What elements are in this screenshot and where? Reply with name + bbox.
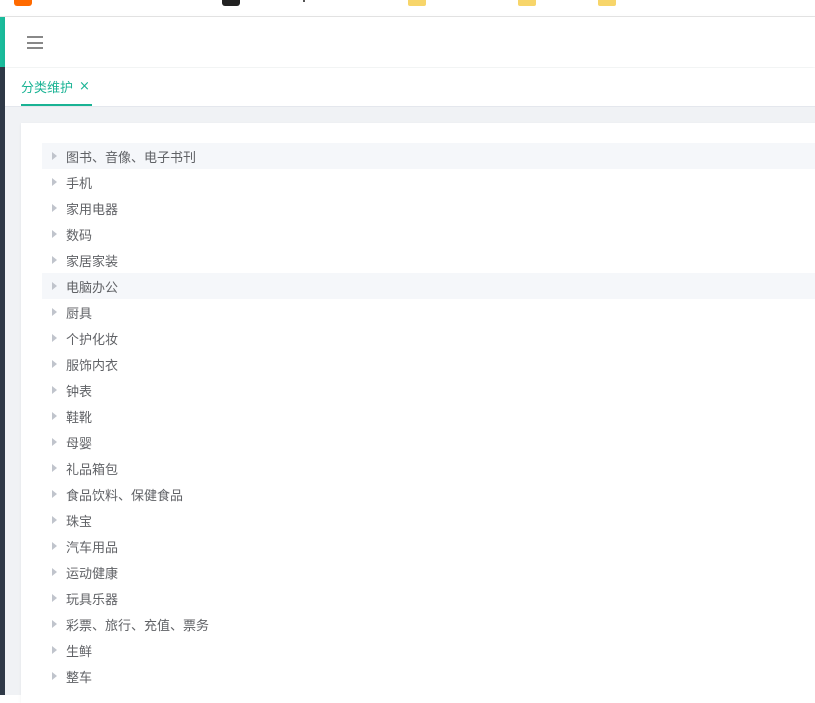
- tree-node-label: 图书、音像、电子书刊: [66, 150, 197, 166]
- tree-node-label: 数码: [66, 228, 93, 244]
- tree-node-label: 整车: [66, 670, 93, 686]
- caret-right-icon[interactable]: [52, 594, 57, 602]
- caret-right-icon[interactable]: [52, 490, 57, 498]
- tree-node-label: 鞋靴: [66, 410, 93, 426]
- tree-node-label: 厨具: [66, 306, 93, 322]
- bookmark-favicon-dark-icon[interactable]: [222, 0, 240, 6]
- tree-node[interactable]: 运动健康: [42, 559, 815, 585]
- caret-right-icon[interactable]: [52, 620, 57, 628]
- tree-node[interactable]: 整车: [42, 663, 815, 689]
- tree-node-label: 运动健康: [66, 566, 119, 582]
- bookmark-folder-icon[interactable]: [408, 0, 426, 6]
- caret-right-icon[interactable]: [52, 308, 57, 316]
- tree-node-label: 电脑办公: [66, 280, 119, 296]
- tree-node-label: 珠宝: [66, 514, 93, 530]
- tree-node[interactable]: 手机: [42, 169, 815, 195]
- tree-node[interactable]: 服饰内衣: [42, 351, 815, 377]
- caret-right-icon[interactable]: [52, 568, 57, 576]
- tree-node[interactable]: 家用电器: [42, 195, 815, 221]
- tree-node-label: 母婴: [66, 436, 93, 452]
- tab-label: 分类维护: [21, 80, 74, 96]
- tree-node[interactable]: 汽车用品: [42, 533, 815, 559]
- tree-node-label: 服饰内衣: [66, 358, 119, 374]
- tree-node-label: 食品饮料、保健食品: [66, 488, 184, 504]
- bookmark-separator: [303, 0, 305, 2]
- top-navbar: [5, 17, 815, 67]
- tree-node[interactable]: 钟表: [42, 377, 815, 403]
- tree-node-label: 彩票、旅行、充值、票务: [66, 618, 210, 634]
- tree-node-label: 手机: [66, 176, 93, 192]
- caret-right-icon[interactable]: [52, 204, 57, 212]
- tree-node-label: 个护化妆: [66, 332, 119, 348]
- tree-node[interactable]: 个护化妆: [42, 325, 815, 351]
- caret-right-icon[interactable]: [52, 438, 57, 446]
- tree-node[interactable]: 彩票、旅行、充值、票务: [42, 611, 815, 637]
- bookmarks-bar: [0, 0, 815, 17]
- category-tree: 图书、音像、电子书刊 手机 家用电器 数码 家居家装 电脑办公 厨具 个护化妆 …: [42, 143, 815, 689]
- tree-node[interactable]: 电脑办公: [42, 273, 815, 299]
- tree-node[interactable]: 生鲜: [42, 637, 815, 663]
- caret-right-icon[interactable]: [52, 152, 57, 160]
- tree-node-label: 汽车用品: [66, 540, 119, 556]
- tree-node[interactable]: 鞋靴: [42, 403, 815, 429]
- tree-node[interactable]: 图书、音像、电子书刊: [42, 143, 815, 169]
- caret-right-icon[interactable]: [52, 386, 57, 394]
- caret-right-icon[interactable]: [52, 178, 57, 186]
- tree-node-label: 生鲜: [66, 644, 93, 660]
- hamburger-icon[interactable]: [27, 36, 43, 49]
- caret-right-icon[interactable]: [52, 646, 57, 654]
- caret-right-icon[interactable]: [52, 282, 57, 290]
- tree-node[interactable]: 玩具乐器: [42, 585, 815, 611]
- tree-node-label: 玩具乐器: [66, 592, 119, 608]
- caret-right-icon[interactable]: [52, 464, 57, 472]
- caret-right-icon[interactable]: [52, 412, 57, 420]
- tabs-bar: 分类维护 ×: [5, 68, 815, 107]
- close-icon[interactable]: ×: [79, 79, 90, 94]
- tree-node[interactable]: 厨具: [42, 299, 815, 325]
- tree-node-label: 家居家装: [66, 254, 119, 270]
- tree-node[interactable]: 母婴: [42, 429, 815, 455]
- bookmark-folder-icon[interactable]: [598, 0, 616, 6]
- tree-node-label: 礼品箱包: [66, 462, 119, 478]
- caret-right-icon[interactable]: [52, 516, 57, 524]
- caret-right-icon[interactable]: [52, 360, 57, 368]
- tree-node[interactable]: 礼品箱包: [42, 455, 815, 481]
- caret-right-icon[interactable]: [52, 256, 57, 264]
- tree-node[interactable]: 数码: [42, 221, 815, 247]
- tree-node-label: 家用电器: [66, 202, 119, 218]
- caret-right-icon[interactable]: [52, 672, 57, 680]
- caret-right-icon[interactable]: [52, 230, 57, 238]
- bookmark-favicon-orange-icon[interactable]: [14, 0, 32, 6]
- tree-node-label: 钟表: [66, 384, 93, 400]
- caret-right-icon[interactable]: [52, 542, 57, 550]
- tree-node[interactable]: 家居家装: [42, 247, 815, 273]
- caret-right-icon[interactable]: [52, 334, 57, 342]
- bookmark-folder-icon[interactable]: [518, 0, 536, 6]
- tree-node[interactable]: 食品饮料、保健食品: [42, 481, 815, 507]
- tab-category-maintenance[interactable]: 分类维护 ×: [21, 68, 92, 106]
- tree-node[interactable]: 珠宝: [42, 507, 815, 533]
